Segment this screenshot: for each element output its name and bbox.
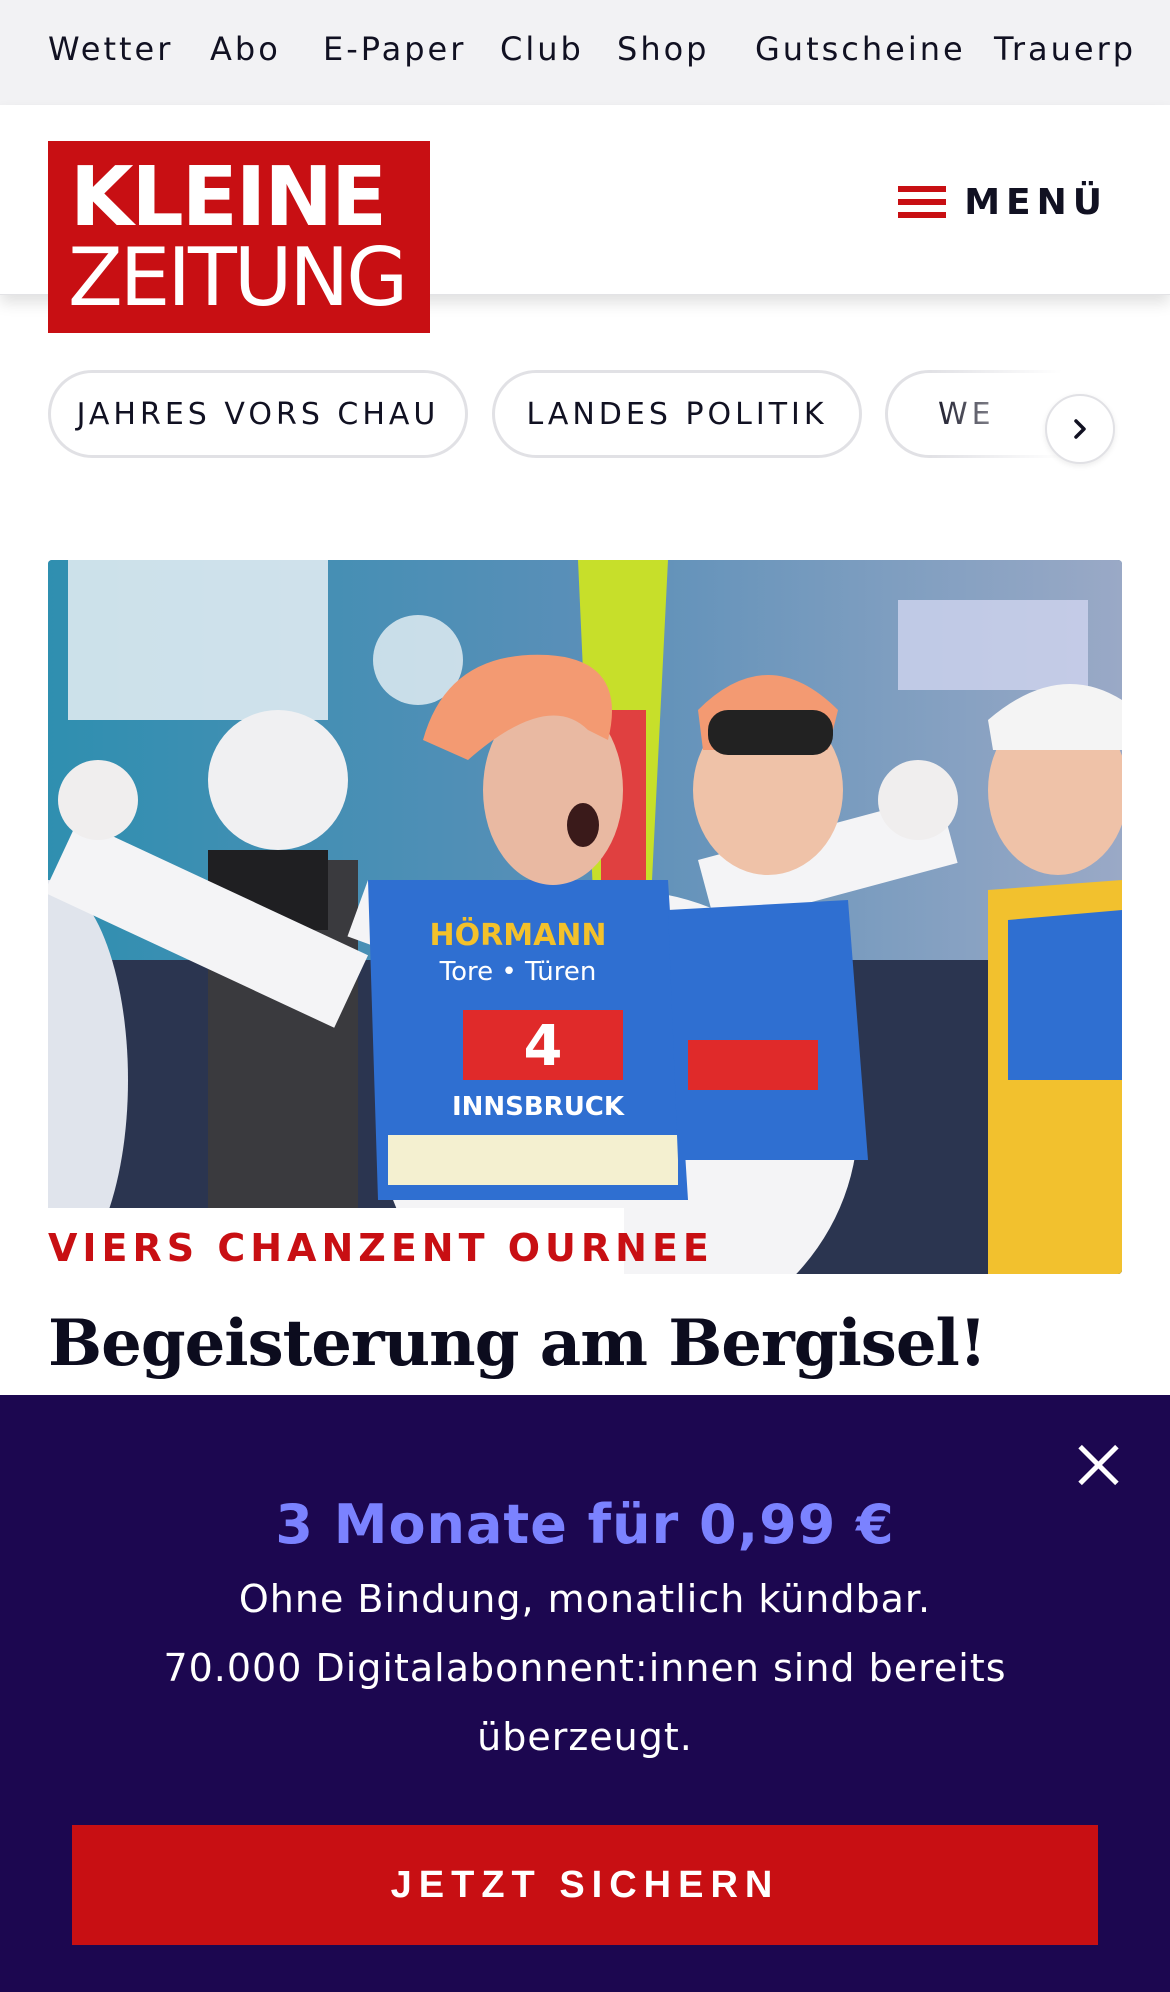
topbar-link-club[interactable]: Club xyxy=(500,30,584,68)
service-bar: Wetter Abo E-Paper Club Shop Gutscheine … xyxy=(0,0,1170,105)
offer-line-1: Ohne Bindung, monatlich kündbar. xyxy=(238,1577,932,1621)
logo-line-2: ZEITUNG xyxy=(68,231,408,324)
offer-description: Ohne Bindung, monatlich kündbar. 70.000 … xyxy=(135,1565,1035,1772)
pill-landespolitik[interactable]: LANDES POLITIK xyxy=(492,370,862,458)
pills-next-button[interactable] xyxy=(1045,394,1115,464)
topbar-link-abo[interactable]: Abo xyxy=(210,30,281,68)
hamburger-icon xyxy=(898,184,946,220)
chevron-right-icon xyxy=(1074,419,1086,439)
ski-jumpers-photo: HÖRMANN Tore • Türen 4 INNSBRUCK xyxy=(48,560,1122,1274)
svg-text:INNSBRUCK: INNSBRUCK xyxy=(452,1092,625,1122)
topbar-link-trauerportal[interactable]: Trauerp xyxy=(994,30,1136,68)
topbar-link-wetter[interactable]: Wetter xyxy=(48,30,173,68)
svg-text:4: 4 xyxy=(524,1014,563,1079)
site-logo[interactable]: KLEINE ZEITUNG xyxy=(48,141,430,333)
topbar-link-shop[interactable]: Shop xyxy=(617,30,709,68)
svg-text:HÖRMANN: HÖRMANN xyxy=(430,916,607,953)
logo-line-1: KLEINE xyxy=(70,150,387,245)
subscribe-button[interactable]: JETZT SICHERN xyxy=(72,1825,1098,1945)
article-kicker[interactable]: VIERS CHANZENT OURNEE xyxy=(48,1226,714,1270)
offer-line-2: 70.000 Digitalabonnent:innen sind bereit… xyxy=(163,1646,1007,1759)
pill-jahresvorschau[interactable]: JAHRES VORS CHAU xyxy=(48,370,468,458)
topbar-link-gutscheine[interactable]: Gutscheine xyxy=(755,30,966,68)
topic-pills: JAHRES VORS CHAU LANDES POLITIK WE xyxy=(0,368,1170,462)
article-hero-image[interactable]: HÖRMANN Tore • Türen 4 INNSBRUCK xyxy=(48,560,1122,1274)
article-headline[interactable]: Begeisterung am Bergisel! xyxy=(48,1306,987,1381)
offer-title: 3 Monate für 0,99 € xyxy=(275,1493,895,1556)
menu-label: MENÜ xyxy=(964,181,1108,223)
close-button[interactable] xyxy=(1068,1435,1128,1495)
subscription-banner: 3 Monate für 0,99 € Ohne Bindung, monatl… xyxy=(0,1395,1170,1992)
svg-text:Tore • Türen: Tore • Türen xyxy=(439,957,597,987)
topbar-link-epaper[interactable]: E-Paper xyxy=(323,30,466,68)
menu-button[interactable]: MENÜ xyxy=(898,167,1108,237)
